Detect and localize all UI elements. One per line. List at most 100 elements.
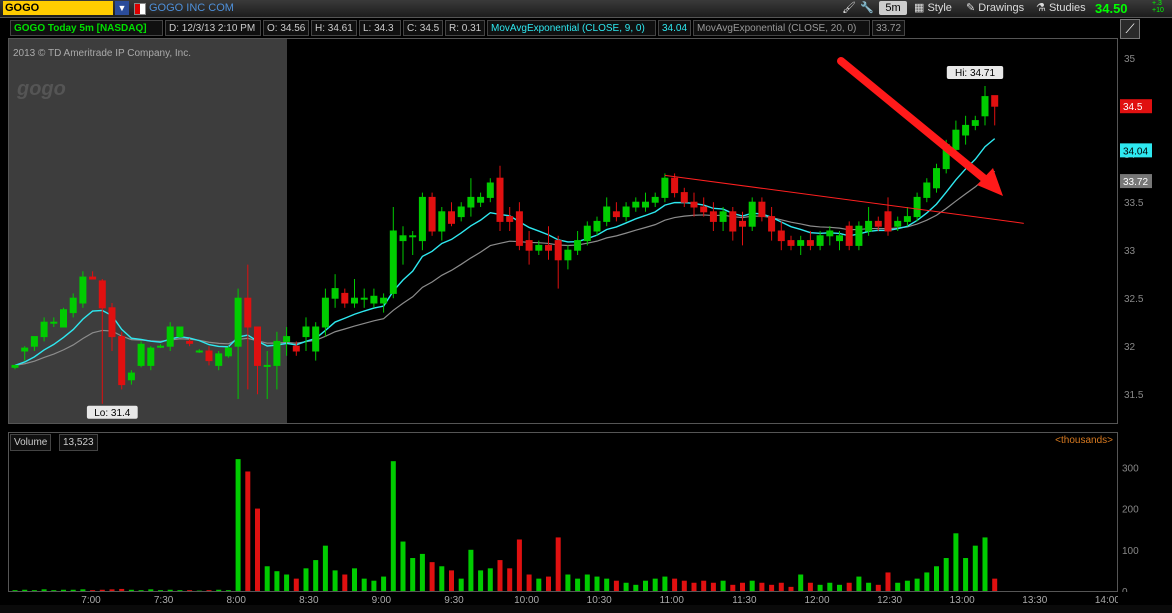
candle[interactable] — [292, 345, 300, 352]
candle[interactable] — [690, 201, 698, 208]
volume-bar[interactable] — [924, 572, 930, 591]
volume-bar[interactable] — [730, 584, 736, 591]
volume-bar[interactable] — [652, 578, 658, 591]
volume-bar[interactable] — [381, 576, 387, 591]
symbol-input[interactable]: GOGO — [3, 1, 113, 15]
volume-bar[interactable] — [497, 560, 503, 591]
volume-bar[interactable] — [662, 576, 668, 591]
volume-bar[interactable] — [584, 574, 590, 591]
volume-bar[interactable] — [158, 590, 163, 591]
price-panel[interactable]: 2013 © TD Ameritrade IP Company, Inc. go… — [8, 38, 1118, 424]
candle[interactable] — [448, 211, 455, 224]
candle[interactable] — [467, 196, 475, 208]
candle[interactable] — [176, 326, 184, 338]
volume-bar[interactable] — [798, 574, 804, 591]
volume-bar[interactable] — [749, 580, 755, 591]
volume-bar[interactable] — [90, 590, 96, 591]
volume-bar[interactable] — [216, 589, 222, 591]
candle[interactable] — [50, 321, 58, 324]
volume-bar[interactable] — [51, 590, 57, 591]
candle[interactable] — [748, 201, 756, 227]
volume-bar[interactable] — [807, 582, 813, 591]
volume-bar[interactable] — [70, 589, 76, 591]
candle[interactable] — [603, 206, 611, 222]
candle[interactable] — [680, 192, 688, 203]
candle[interactable] — [981, 96, 989, 117]
volume-bar[interactable] — [390, 461, 396, 591]
style-menu[interactable]: ▦ Style — [914, 1, 952, 15]
candle[interactable] — [709, 211, 717, 222]
drawing-tool-icon[interactable]: ⟋ — [1120, 19, 1140, 39]
candle[interactable] — [797, 240, 805, 246]
volume-bar[interactable] — [487, 568, 493, 591]
volume-bar[interactable] — [565, 574, 571, 591]
candle[interactable] — [438, 211, 446, 232]
candle[interactable] — [952, 129, 960, 150]
candle[interactable] — [564, 249, 572, 261]
candle[interactable] — [341, 292, 349, 304]
volume-bar[interactable] — [468, 549, 474, 591]
candle[interactable] — [787, 240, 795, 246]
volume-bar[interactable] — [972, 545, 978, 591]
volume-bar[interactable] — [837, 584, 842, 591]
volume-bar[interactable] — [352, 568, 357, 591]
volume-bar[interactable] — [536, 578, 542, 591]
candle[interactable] — [826, 230, 834, 237]
candle[interactable] — [331, 288, 339, 299]
volume-bar[interactable] — [691, 582, 697, 591]
volume-bar[interactable] — [555, 537, 561, 591]
volume-bar[interactable] — [516, 539, 522, 591]
volume-bar[interactable] — [827, 582, 833, 591]
volume-bar[interactable] — [293, 578, 299, 591]
candle[interactable] — [593, 220, 601, 232]
volume-bar[interactable] — [128, 589, 134, 591]
volume-bar[interactable] — [148, 589, 154, 591]
candle[interactable] — [991, 95, 999, 107]
candle[interactable] — [312, 326, 320, 352]
drawings-menu[interactable]: ✎ Drawings — [966, 1, 1024, 15]
candle[interactable] — [903, 216, 911, 222]
volume-bar[interactable] — [526, 574, 532, 591]
volume-bar[interactable] — [914, 578, 920, 591]
price-chart[interactable]: 2013 © TD Ameritrade IP Company, Inc. go… — [9, 39, 1117, 423]
volume-bar[interactable] — [575, 578, 581, 591]
volume-bar[interactable] — [604, 578, 610, 591]
volume-bar[interactable] — [701, 580, 707, 591]
volume-bar[interactable] — [22, 589, 28, 591]
red-trendline[interactable] — [664, 174, 1024, 224]
volume-bar[interactable] — [478, 570, 484, 591]
candle[interactable] — [234, 297, 242, 347]
candle[interactable] — [360, 297, 368, 300]
volume-bar[interactable] — [875, 584, 881, 591]
candle[interactable] — [651, 196, 659, 203]
volume-bar[interactable] — [255, 508, 260, 591]
volume-bar[interactable] — [410, 558, 416, 591]
volume-bar[interactable] — [449, 570, 454, 591]
candle[interactable] — [137, 343, 145, 366]
candle[interactable] — [923, 182, 931, 198]
volume-bar[interactable] — [992, 578, 998, 591]
candle[interactable] — [574, 240, 582, 251]
candle[interactable] — [894, 220, 902, 227]
volume-bar[interactable] — [458, 578, 464, 591]
candle[interactable] — [98, 280, 106, 309]
candle[interactable] — [60, 309, 67, 328]
candle[interactable] — [777, 230, 785, 242]
volume-bar[interactable] — [672, 578, 678, 591]
timeframe-button[interactable]: 5m — [879, 1, 907, 15]
volume-bar[interactable] — [633, 584, 639, 591]
volume-bar[interactable] — [274, 571, 280, 591]
candle[interactable] — [496, 177, 504, 222]
candle[interactable] — [913, 196, 921, 218]
volume-bar[interactable] — [99, 589, 105, 591]
candle[interactable] — [477, 196, 485, 203]
ema20-label[interactable]: MovAvgExponential (CLOSE, 20, 0) — [693, 20, 870, 36]
ema9-label[interactable]: MovAvgExponential (CLOSE, 9, 0) — [487, 20, 656, 36]
candle[interactable] — [865, 220, 873, 232]
volume-bar[interactable] — [429, 562, 435, 591]
volume-bar[interactable] — [778, 582, 784, 591]
candle[interactable] — [933, 168, 940, 189]
volume-bar[interactable] — [361, 578, 367, 591]
candle[interactable] — [302, 326, 310, 338]
candle[interactable] — [506, 216, 514, 222]
